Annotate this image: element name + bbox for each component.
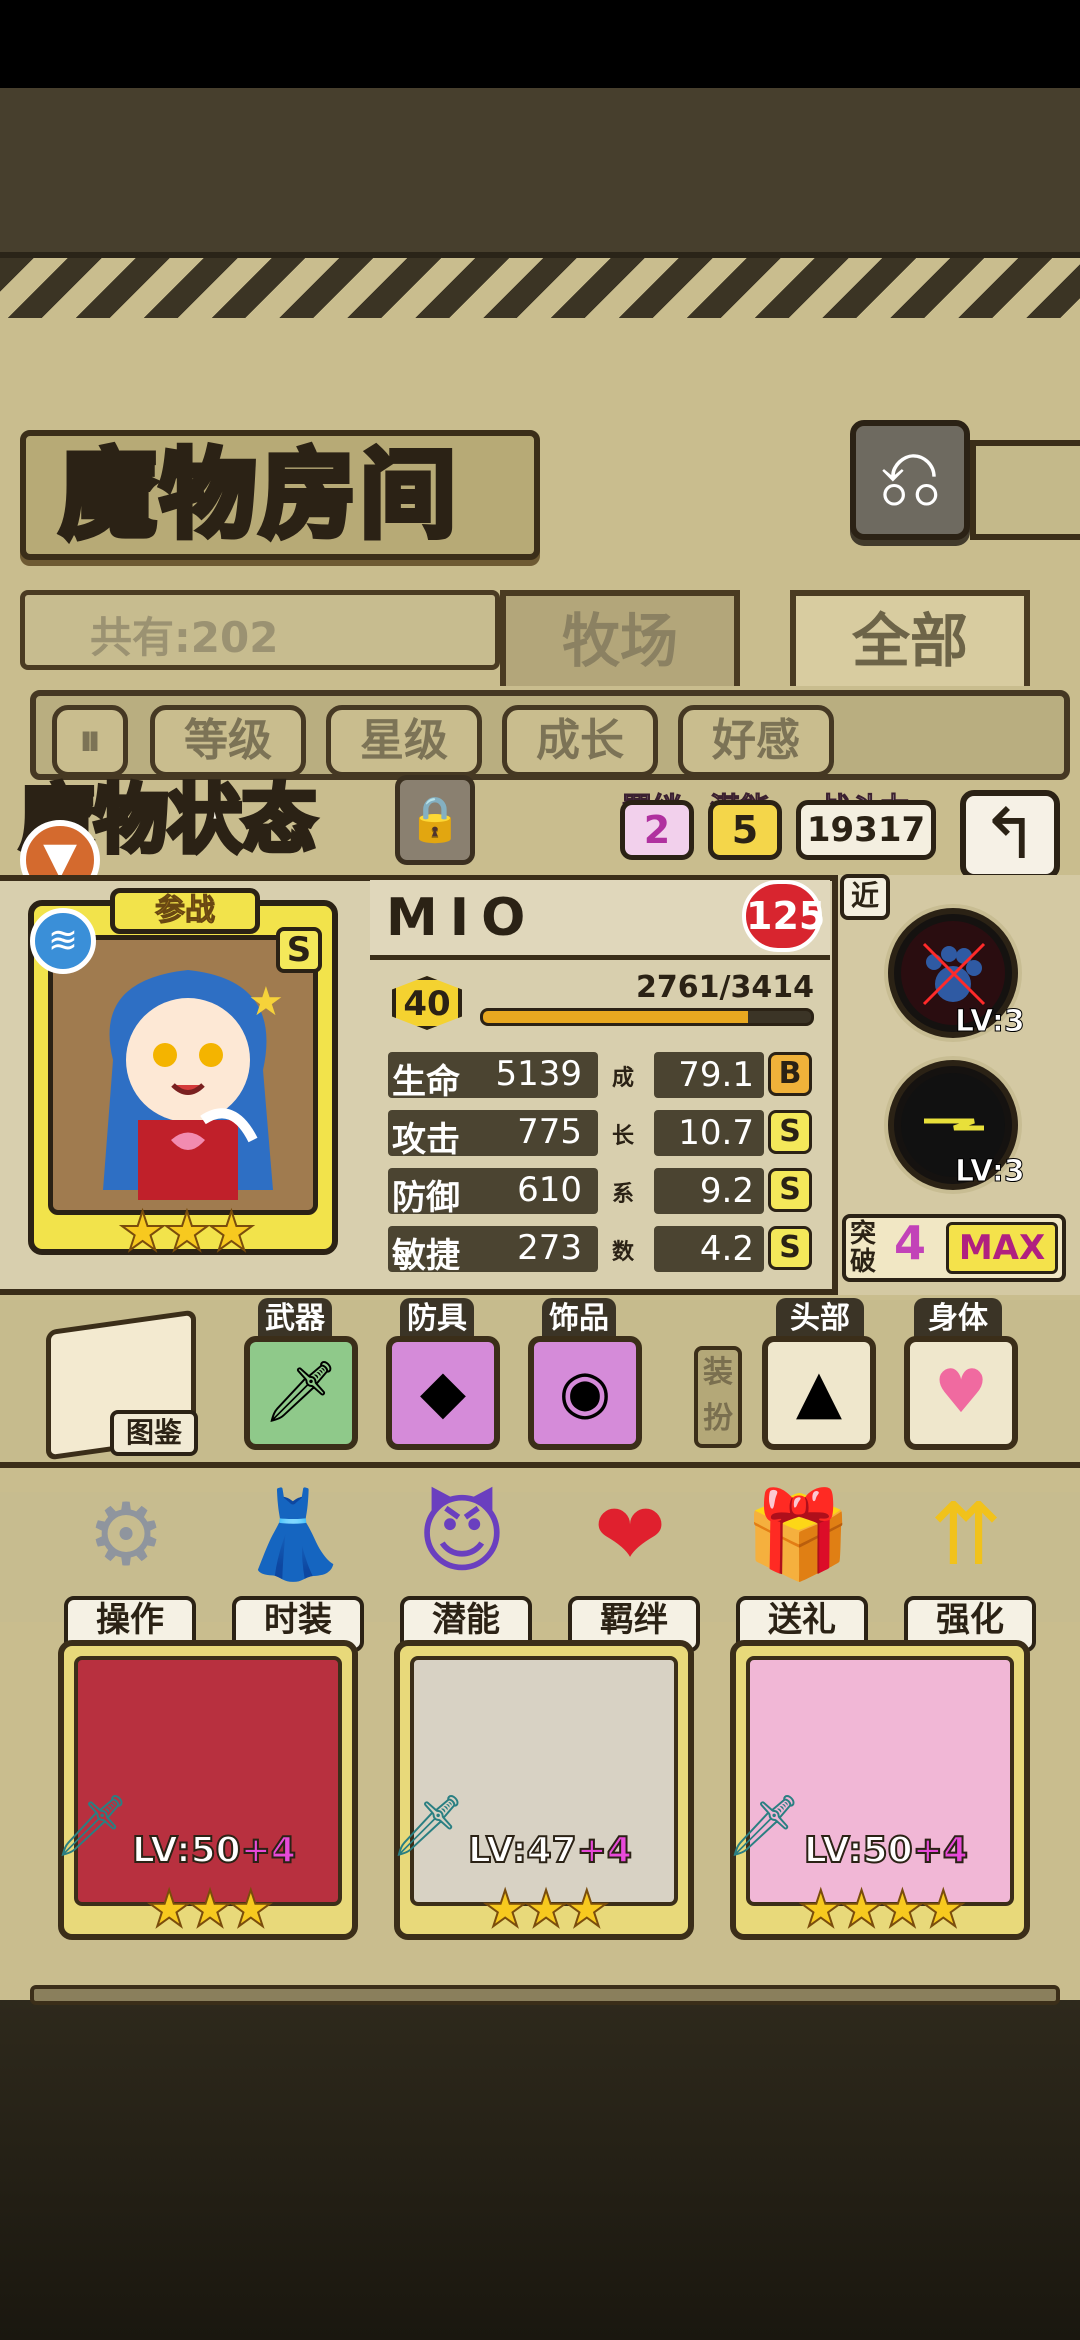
accessory-slot[interactable]: ◉ (528, 1336, 642, 1450)
pause-icon: ⏸ (79, 715, 101, 766)
accessory-slot-label: 饰品 (542, 1298, 616, 1340)
breakthrough-label: 突破 (850, 1219, 877, 1277)
head-slot[interactable]: ▲ (762, 1336, 876, 1450)
eye-amulet-icon: ◉ (558, 1357, 612, 1427)
svg-text:★: ★ (248, 979, 284, 1025)
monster-level: LV:50+4 (131, 1829, 297, 1872)
growth-grade: S (768, 1226, 812, 1270)
rank-badge: S (276, 927, 322, 973)
skill-level: LV:3 (955, 1004, 1026, 1040)
back-arrow-icon: ↰ (980, 793, 1040, 875)
demon-icon: 😈 (417, 1485, 507, 1585)
skill-level: LV:3 (955, 1154, 1026, 1190)
gift-icon: 🎁 (744, 1485, 852, 1585)
growth-value: 79.1 (654, 1052, 764, 1098)
action-gear-button[interactable]: ⚙ 操作 (56, 1480, 196, 1652)
action-hearts-button[interactable]: ❤ 羁绊 (560, 1480, 700, 1652)
hearts-icon: ❤ (593, 1485, 667, 1585)
monster-stars: ★★★ (146, 1879, 274, 1939)
return-button[interactable]: ⎌ (850, 420, 970, 540)
water-element-icon: ≋ (30, 908, 96, 974)
stat-value: 775 (517, 1112, 582, 1152)
sort-growth-button[interactable]: 成长 (502, 705, 658, 777)
monster-stars: ★★★★ (797, 1879, 966, 1939)
armor-slot[interactable]: ◆ (386, 1336, 500, 1450)
body-slot[interactable]: ♥ (904, 1336, 1018, 1450)
sword-icon: 🗡 (54, 1791, 131, 1861)
standby-badge: 参战 (110, 888, 260, 934)
stat-value: 273 (517, 1228, 582, 1268)
growth-grade: B (768, 1052, 812, 1096)
range-label: 近 (840, 874, 890, 920)
action-demon-button[interactable]: 😈 潜能 (392, 1480, 532, 1652)
growth-value: 4.2 (654, 1226, 764, 1272)
sort-affection-button[interactable]: 好感 (678, 705, 834, 777)
monster-level: LV:50+4 (803, 1829, 969, 1872)
growth-value: 9.2 (654, 1168, 764, 1214)
rarity-stars: ★★★ (117, 1199, 256, 1264)
breakthrough-value: 4 (894, 1216, 927, 1270)
lock-button[interactable]: 🔒 (395, 775, 475, 865)
armor-icon: ◆ (419, 1357, 467, 1427)
grid-scroll-rail[interactable] (30, 1985, 1060, 2005)
sword-icon: 🗡 (390, 1791, 467, 1861)
growth-label-char: 系 (612, 1182, 635, 1207)
outfit-icon: 👗 (240, 1485, 348, 1585)
return-arrow-icon: ⎌ (878, 431, 942, 524)
page-title: 魔物房间 (57, 436, 460, 554)
exp-bar (480, 1008, 814, 1026)
sort-toggle-button[interactable]: ⏸ (52, 705, 128, 777)
tab-all[interactable]: 全部 (790, 590, 1030, 686)
weapon-slot[interactable]: 🗡 (244, 1336, 358, 1450)
armor-slot-label: 防具 (400, 1298, 474, 1340)
character-portrait[interactable]: ★ (48, 935, 318, 1215)
growth-value: 10.7 (654, 1110, 764, 1156)
sword-icon: 🗡 (726, 1791, 803, 1861)
head-slot-label: 头部 (776, 1298, 864, 1340)
bond-value: 2 (620, 800, 694, 860)
back-button[interactable]: ↰ (960, 790, 1060, 880)
unicorn-horn-icon: ▲ (795, 1357, 843, 1427)
character-illustration: ★ (53, 940, 313, 1210)
action-gift-button[interactable]: 🎁 送礼 (728, 1480, 868, 1652)
growth-grade: S (768, 1168, 812, 1212)
exp-fill (483, 1011, 749, 1023)
character-name: MIO (386, 888, 538, 948)
affection-value: 125 (746, 894, 826, 938)
max-button[interactable]: MAX (946, 1222, 1058, 1274)
weapon-slot-label: 武器 (258, 1298, 332, 1340)
action-upgrade-arrows-button[interactable]: ⇈ 强化 (896, 1480, 1036, 1652)
tab-ranch[interactable]: 牧场 (500, 590, 740, 686)
growth-grade: S (768, 1110, 812, 1154)
encyclopedia-button[interactable]: 图鉴 (110, 1410, 198, 1456)
potential-value: 5 (708, 800, 782, 860)
growth-label-char: 数 (612, 1240, 635, 1265)
stat-value: 5139 (495, 1054, 582, 1094)
growth-label-char: 成 (612, 1066, 635, 1091)
gear-icon: ⚙ (87, 1485, 165, 1585)
monster-level: LV:47+4 (467, 1829, 633, 1872)
growth-label-char: 长 (612, 1124, 635, 1149)
action-outfit-button[interactable]: 👗 时装 (224, 1480, 364, 1652)
upgrade-arrows-icon: ⇈ (929, 1485, 1003, 1585)
collection-count: 共有:202 (90, 613, 279, 662)
dress-label: 装扮 (694, 1346, 742, 1448)
exp-text: 2761/3414 (636, 970, 814, 1005)
body-slot-label: 身体 (914, 1298, 1002, 1340)
sort-level-button[interactable]: 等级 (150, 705, 306, 777)
monster-stars: ★★★ (482, 1879, 610, 1939)
affection-badge: 125 (742, 880, 826, 952)
stat-value: 610 (517, 1170, 582, 1210)
sword-icon: 🗡 (262, 1357, 340, 1427)
lock-icon: 🔒 (407, 794, 463, 845)
winged-heart-icon: ♥ (934, 1357, 988, 1427)
sort-star-button[interactable]: 星级 (326, 705, 482, 777)
power-value: 19317 (796, 800, 936, 860)
